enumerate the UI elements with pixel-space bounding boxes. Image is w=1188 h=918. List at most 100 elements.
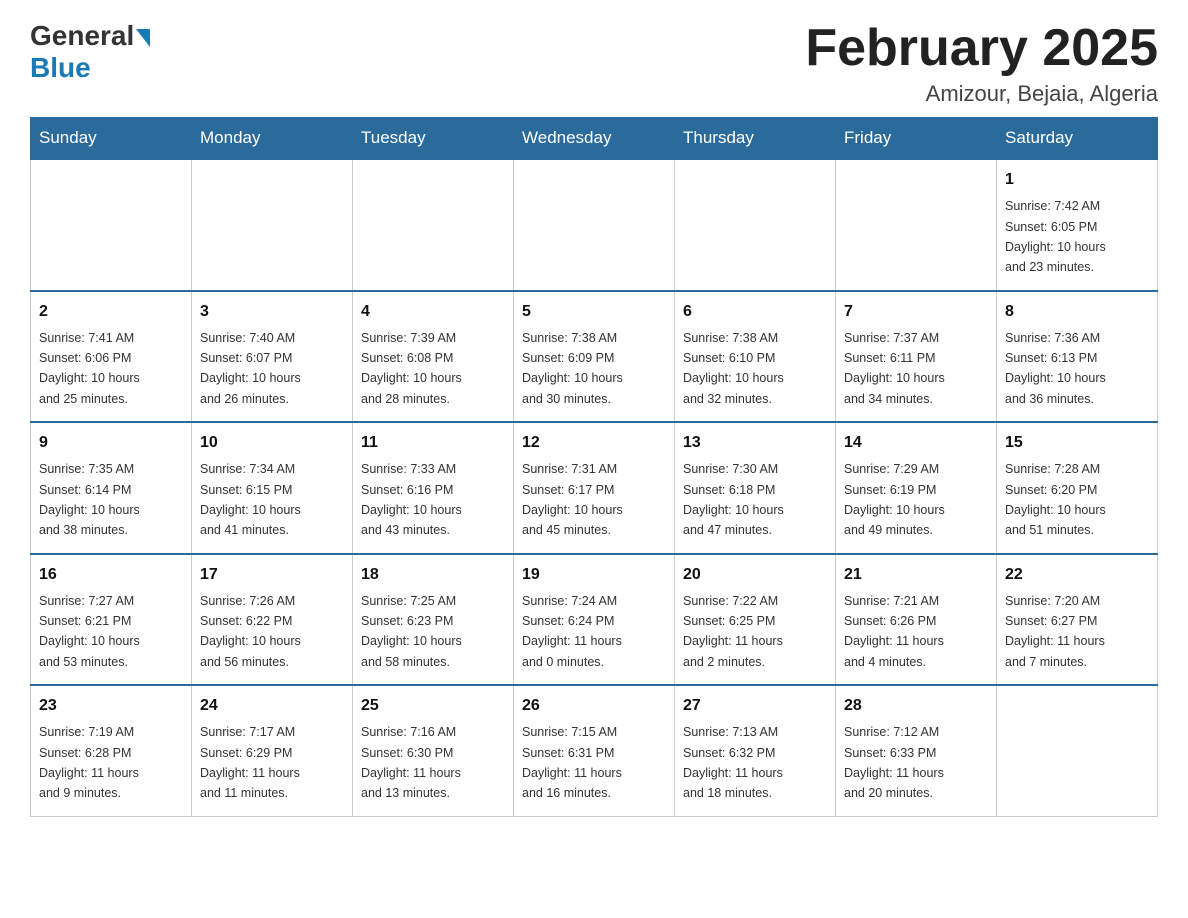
- day-number: 20: [683, 563, 827, 587]
- calendar-cell: 7 Sunrise: 7:37 AM Sunset: 6:11 PM Daylig…: [836, 291, 997, 423]
- logo-general-text: General: [30, 20, 134, 52]
- day-number: 14: [844, 431, 988, 455]
- week-row-3: 9 Sunrise: 7:35 AM Sunset: 6:14 PM Daylig…: [31, 422, 1158, 554]
- calendar-cell: [31, 159, 192, 291]
- weekday-header-monday: Monday: [192, 118, 353, 160]
- calendar-cell: 12 Sunrise: 7:31 AM Sunset: 6:17 PM Dayli…: [514, 422, 675, 554]
- calendar-cell: 13Sunrise: 7:30 AM Sunset: 6:18 PM Dayli…: [675, 422, 836, 554]
- day-number: 19: [522, 563, 666, 587]
- day-number: 26: [522, 694, 666, 718]
- calendar-cell: 4 Sunrise: 7:39 AM Sunset: 6:08 PM Daylig…: [353, 291, 514, 423]
- calendar-cell: [997, 685, 1158, 816]
- day-info: Sunrise: 7:30 AM Sunset: 6:18 PM Dayligh…: [683, 462, 784, 537]
- day-number: 7: [844, 300, 988, 324]
- day-number: 27: [683, 694, 827, 718]
- day-info: Sunrise: 7:26 AM Sunset: 6:22 PM Dayligh…: [200, 594, 301, 669]
- calendar-cell: 10Sunrise: 7:34 AM Sunset: 6:15 PM Dayli…: [192, 422, 353, 554]
- calendar-cell: 1Sunrise: 7:42 AM Sunset: 6:05 PM Daylig…: [997, 159, 1158, 291]
- day-info: Sunrise: 7:40 AM Sunset: 6:07 PM Dayligh…: [200, 331, 301, 406]
- weekday-header-thursday: Thursday: [675, 118, 836, 160]
- day-number: 15: [1005, 431, 1149, 455]
- calendar-cell: 22Sunrise: 7:20 AM Sunset: 6:27 PM Dayli…: [997, 554, 1158, 686]
- day-info: Sunrise: 7:41 AM Sunset: 6:06 PM Dayligh…: [39, 331, 140, 406]
- day-number: 1: [1005, 168, 1149, 192]
- day-info: Sunrise: 7:27 AM Sunset: 6:21 PM Dayligh…: [39, 594, 140, 669]
- day-number: 4: [361, 300, 505, 324]
- day-info: Sunrise: 7:29 AM Sunset: 6:19 PM Dayligh…: [844, 462, 945, 537]
- day-info: Sunrise: 7:35 AM Sunset: 6:14 PM Dayligh…: [39, 462, 140, 537]
- day-number: 10: [200, 431, 344, 455]
- day-info: Sunrise: 7:16 AM Sunset: 6:30 PM Dayligh…: [361, 725, 461, 800]
- day-number: 24: [200, 694, 344, 718]
- calendar-cell: 8 Sunrise: 7:36 AM Sunset: 6:13 PM Daylig…: [997, 291, 1158, 423]
- calendar-cell: 21 Sunrise: 7:21 AM Sunset: 6:26 PM Dayli…: [836, 554, 997, 686]
- day-info: Sunrise: 7:36 AM Sunset: 6:13 PM Dayligh…: [1005, 331, 1106, 406]
- day-info: Sunrise: 7:39 AM Sunset: 6:08 PM Dayligh…: [361, 331, 462, 406]
- day-info: Sunrise: 7:38 AM Sunset: 6:10 PM Dayligh…: [683, 331, 784, 406]
- logo: General Blue: [30, 20, 150, 84]
- weekday-header-tuesday: Tuesday: [353, 118, 514, 160]
- weekday-header-friday: Friday: [836, 118, 997, 160]
- calendar-cell: [192, 159, 353, 291]
- calendar-cell: [675, 159, 836, 291]
- weekday-header-row: SundayMondayTuesdayWednesdayThursdayFrid…: [31, 118, 1158, 160]
- day-number: 21: [844, 563, 988, 587]
- page-header: General Blue February 2025 Amizour, Beja…: [30, 20, 1158, 107]
- day-number: 28: [844, 694, 988, 718]
- weekday-header-saturday: Saturday: [997, 118, 1158, 160]
- logo-blue-text: Blue: [30, 52, 91, 84]
- day-number: 11: [361, 431, 505, 455]
- day-info: Sunrise: 7:13 AM Sunset: 6:32 PM Dayligh…: [683, 725, 783, 800]
- day-number: 23: [39, 694, 183, 718]
- week-row-2: 2 Sunrise: 7:41 AM Sunset: 6:06 PM Daylig…: [31, 291, 1158, 423]
- calendar-cell: 14 Sunrise: 7:29 AM Sunset: 6:19 PM Dayli…: [836, 422, 997, 554]
- day-info: Sunrise: 7:33 AM Sunset: 6:16 PM Dayligh…: [361, 462, 462, 537]
- weekday-header-sunday: Sunday: [31, 118, 192, 160]
- day-number: 16: [39, 563, 183, 587]
- day-number: 8: [1005, 300, 1149, 324]
- day-info: Sunrise: 7:21 AM Sunset: 6:26 PM Dayligh…: [844, 594, 944, 669]
- day-number: 17: [200, 563, 344, 587]
- day-number: 3: [200, 300, 344, 324]
- day-info: Sunrise: 7:25 AM Sunset: 6:23 PM Dayligh…: [361, 594, 462, 669]
- calendar-table: SundayMondayTuesdayWednesdayThursdayFrid…: [30, 117, 1158, 817]
- day-number: 9: [39, 431, 183, 455]
- day-info: Sunrise: 7:17 AM Sunset: 6:29 PM Dayligh…: [200, 725, 300, 800]
- calendar-cell: 9 Sunrise: 7:35 AM Sunset: 6:14 PM Daylig…: [31, 422, 192, 554]
- day-number: 2: [39, 300, 183, 324]
- calendar-cell: 2 Sunrise: 7:41 AM Sunset: 6:06 PM Daylig…: [31, 291, 192, 423]
- calendar-cell: 6 Sunrise: 7:38 AM Sunset: 6:10 PM Daylig…: [675, 291, 836, 423]
- weekday-header-wednesday: Wednesday: [514, 118, 675, 160]
- calendar-cell: 18 Sunrise: 7:25 AM Sunset: 6:23 PM Dayli…: [353, 554, 514, 686]
- calendar-cell: 15Sunrise: 7:28 AM Sunset: 6:20 PM Dayli…: [997, 422, 1158, 554]
- calendar-cell: 19 Sunrise: 7:24 AM Sunset: 6:24 PM Dayli…: [514, 554, 675, 686]
- calendar-cell: [836, 159, 997, 291]
- day-info: Sunrise: 7:24 AM Sunset: 6:24 PM Dayligh…: [522, 594, 622, 669]
- day-number: 12: [522, 431, 666, 455]
- calendar-cell: 23 Sunrise: 7:19 AM Sunset: 6:28 PM Dayli…: [31, 685, 192, 816]
- calendar-cell: [514, 159, 675, 291]
- calendar-cell: 3 Sunrise: 7:40 AM Sunset: 6:07 PM Daylig…: [192, 291, 353, 423]
- week-row-1: 1Sunrise: 7:42 AM Sunset: 6:05 PM Daylig…: [31, 159, 1158, 291]
- calendar-cell: 5Sunrise: 7:38 AM Sunset: 6:09 PM Daylig…: [514, 291, 675, 423]
- day-number: 25: [361, 694, 505, 718]
- day-info: Sunrise: 7:31 AM Sunset: 6:17 PM Dayligh…: [522, 462, 623, 537]
- calendar-cell: 24 Sunrise: 7:17 AM Sunset: 6:29 PM Dayli…: [192, 685, 353, 816]
- day-info: Sunrise: 7:22 AM Sunset: 6:25 PM Dayligh…: [683, 594, 783, 669]
- calendar-cell: 11 Sunrise: 7:33 AM Sunset: 6:16 PM Dayli…: [353, 422, 514, 554]
- day-number: 22: [1005, 563, 1149, 587]
- day-info: Sunrise: 7:19 AM Sunset: 6:28 PM Dayligh…: [39, 725, 139, 800]
- month-title: February 2025: [805, 20, 1158, 77]
- day-number: 6: [683, 300, 827, 324]
- day-info: Sunrise: 7:15 AM Sunset: 6:31 PM Dayligh…: [522, 725, 622, 800]
- day-info: Sunrise: 7:38 AM Sunset: 6:09 PM Dayligh…: [522, 331, 623, 406]
- week-row-5: 23 Sunrise: 7:19 AM Sunset: 6:28 PM Dayli…: [31, 685, 1158, 816]
- calendar-cell: 20 Sunrise: 7:22 AM Sunset: 6:25 PM Dayli…: [675, 554, 836, 686]
- calendar-cell: 17 Sunrise: 7:26 AM Sunset: 6:22 PM Dayli…: [192, 554, 353, 686]
- calendar-cell: 27 Sunrise: 7:13 AM Sunset: 6:32 PM Dayli…: [675, 685, 836, 816]
- calendar-cell: 16 Sunrise: 7:27 AM Sunset: 6:21 PM Dayli…: [31, 554, 192, 686]
- day-info: Sunrise: 7:37 AM Sunset: 6:11 PM Dayligh…: [844, 331, 945, 406]
- week-row-4: 16 Sunrise: 7:27 AM Sunset: 6:21 PM Dayli…: [31, 554, 1158, 686]
- day-number: 18: [361, 563, 505, 587]
- calendar-cell: [353, 159, 514, 291]
